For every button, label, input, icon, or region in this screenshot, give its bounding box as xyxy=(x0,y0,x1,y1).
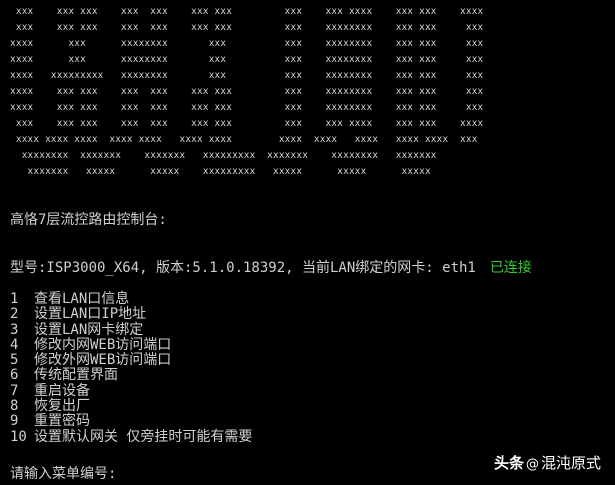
menu-item-label: 修改外网WEB访问端口 xyxy=(34,352,172,369)
banner-line: xxxx xxxxxxxxx xxxxxxxx xxx xxx xxxxxxxx… xyxy=(10,70,484,81)
device-info-text: 型号:ISP3000_X64, 版本:5.1.0.18392, 当前LAN绑定的… xyxy=(10,260,476,276)
menu-item-wan-web-port[interactable]: 5 修改外网WEB访问端口 xyxy=(10,352,252,369)
banner-line: xxxxxxx xxxxx xxxxx xxxxxxxxx xxxxx xxxx… xyxy=(10,166,431,177)
watermark-brand: 头条 xyxy=(493,454,524,472)
device-status-line: 型号:ISP3000_X64, 版本:5.1.0.18392, 当前LAN绑定的… xyxy=(10,260,532,276)
menu-item-set-lan-bind[interactable]: 3 设置LAN网卡绑定 xyxy=(10,321,252,338)
console-title: 高恪7层流控路由控制台: xyxy=(10,212,167,228)
menu-item-number: 9 xyxy=(10,413,19,430)
menu-item-number: 5 xyxy=(10,352,19,369)
menu-item-view-lan-info[interactable]: 1 查看LAN口信息 xyxy=(10,291,252,307)
menu-item-label: 设置默认网关 仅旁挂时可能有需要 xyxy=(34,428,253,445)
banner-line: xxx xxx xxx xxx xxx xxx xxx xxx xxxxxxxx… xyxy=(10,22,484,33)
menu-item-label: 设置LAN网卡绑定 xyxy=(34,321,144,338)
banner-line: xxxx xxx xxxxxxxx xxx xxx xxxxxxxx xxx x… xyxy=(10,54,484,65)
menu-item-number: 8 xyxy=(10,398,19,415)
menu-item-label: 恢复出厂 xyxy=(34,398,90,415)
banner-line: xxxxxxxx xxxxxxx xxxxxxx xxxxxxxxx xxxxx… xyxy=(10,150,437,161)
menu-item-set-lan-ip[interactable]: 2 设置LAN口IP地址 xyxy=(10,306,252,323)
menu-item-number: 7 xyxy=(10,382,19,399)
menu-item-label: 修改内网WEB访问端口 xyxy=(34,336,172,353)
watermark-author: 混沌原式 xyxy=(540,454,601,472)
menu-item-reboot[interactable]: 7 重启设备 xyxy=(10,382,252,399)
menu-item-label: 设置LAN口IP地址 xyxy=(34,306,147,323)
menu-item-label: 重置密码 xyxy=(34,413,90,430)
watermark: 头条 @ 混沌原式 xyxy=(494,452,601,473)
main-menu: 1 查看LAN口信息 2 设置LAN口IP地址 3 设置LAN网卡绑定 4 修改内网WE… xyxy=(10,291,253,445)
banner-line: xxxx xxx xxxxxxxx xxx xxx xxxxxxxx xxx x… xyxy=(10,38,484,49)
menu-item-number: 2 xyxy=(10,306,19,323)
menu-item-default-gateway[interactable]: 10 设置默认网关 仅旁挂时可能有需要 xyxy=(10,428,253,445)
menu-item-label: 重启设备 xyxy=(34,382,90,399)
at-icon: @ xyxy=(525,457,539,472)
menu-item-number: 1 xyxy=(10,291,19,307)
menu-item-label: 查看LAN口信息 xyxy=(34,291,130,307)
menu-item-lan-web-port[interactable]: 4 修改内网WEB访问端口 xyxy=(10,336,252,353)
menu-item-legacy-config[interactable]: 6 传统配置界面 xyxy=(10,367,252,384)
banner-line: xxx xxx xxx xxx xxx xxx xxx xxx xxx xxxx… xyxy=(10,6,484,17)
banner-line: xxxx xxx xxx xxx xxx xxx xxx xxx xxxxxxx… xyxy=(10,102,484,113)
terminal-window[interactable]: xxx xxx xxx xxx xxx xxx xxx xxx xxx xxxx… xyxy=(0,0,615,485)
banner-line: xxx xxx xxx xxx xxx xxx xxx xxx xxx xxxx… xyxy=(10,118,484,129)
connection-status: 已连接 xyxy=(489,260,532,276)
menu-input-prompt[interactable]: 请输入菜单编号: xyxy=(10,466,116,482)
banner-line: xxxx xxx xxx xxx xxx xxx xxx xxx xxxxxxx… xyxy=(10,86,484,97)
menu-item-number: 6 xyxy=(10,367,19,384)
menu-item-number: 10 xyxy=(10,428,27,445)
banner-line: xxxx xxxx xxxx xxxx xxxx xxxx xxxx xxxx … xyxy=(10,134,478,145)
ascii-art-banner: xxx xxx xxx xxx xxx xxx xxx xxx xxx xxxx… xyxy=(10,4,483,180)
menu-item-reset-password[interactable]: 9 重置密码 xyxy=(10,413,252,430)
menu-item-number: 3 xyxy=(10,321,19,338)
menu-item-label: 传统配置界面 xyxy=(34,367,118,384)
menu-item-number: 4 xyxy=(10,336,19,353)
